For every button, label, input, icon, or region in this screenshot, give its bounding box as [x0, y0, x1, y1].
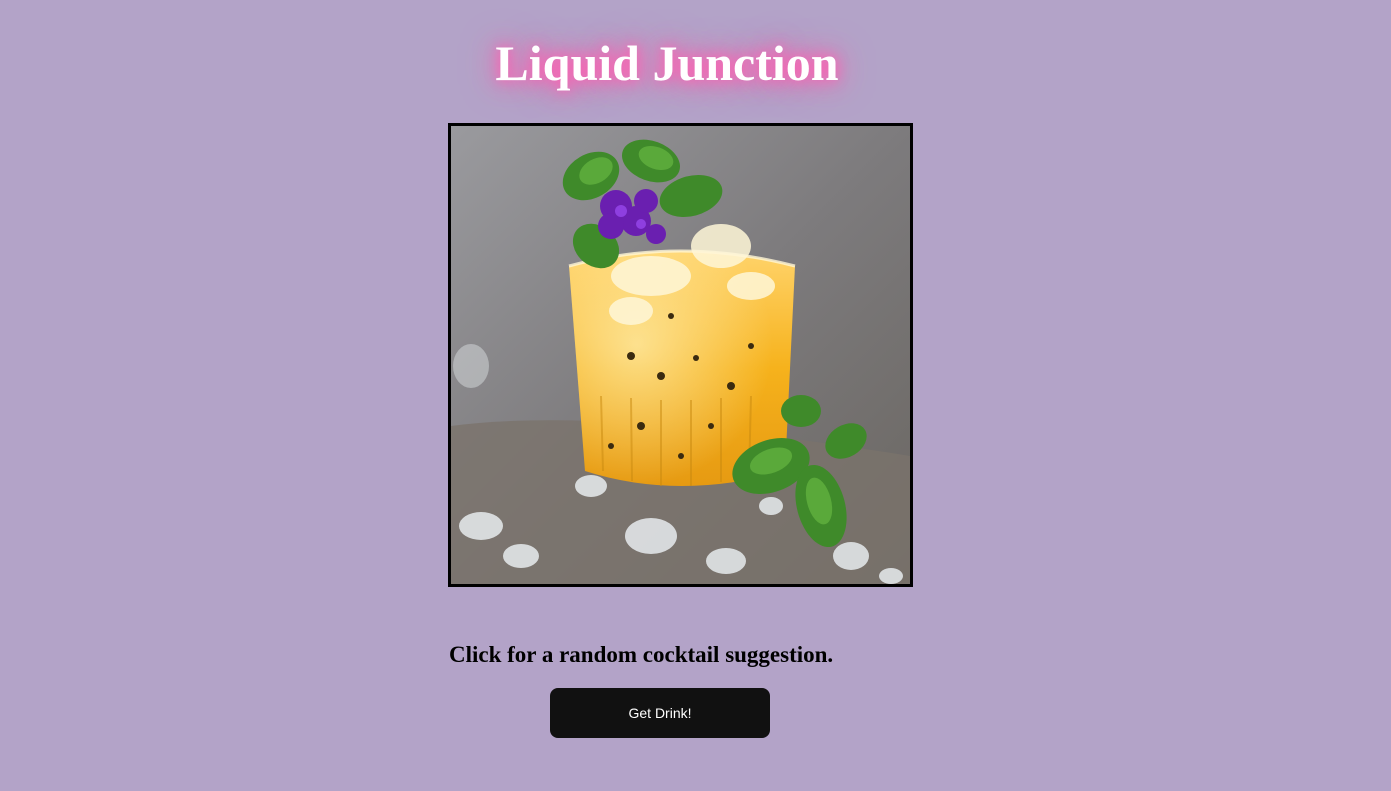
- suggestion-prompt: Click for a random cocktail suggestion.: [449, 642, 834, 667]
- cocktail-image: [448, 123, 913, 587]
- page-title: Liquid Junction: [495, 35, 839, 91]
- get-drink-button[interactable]: Get Drink!: [550, 688, 770, 738]
